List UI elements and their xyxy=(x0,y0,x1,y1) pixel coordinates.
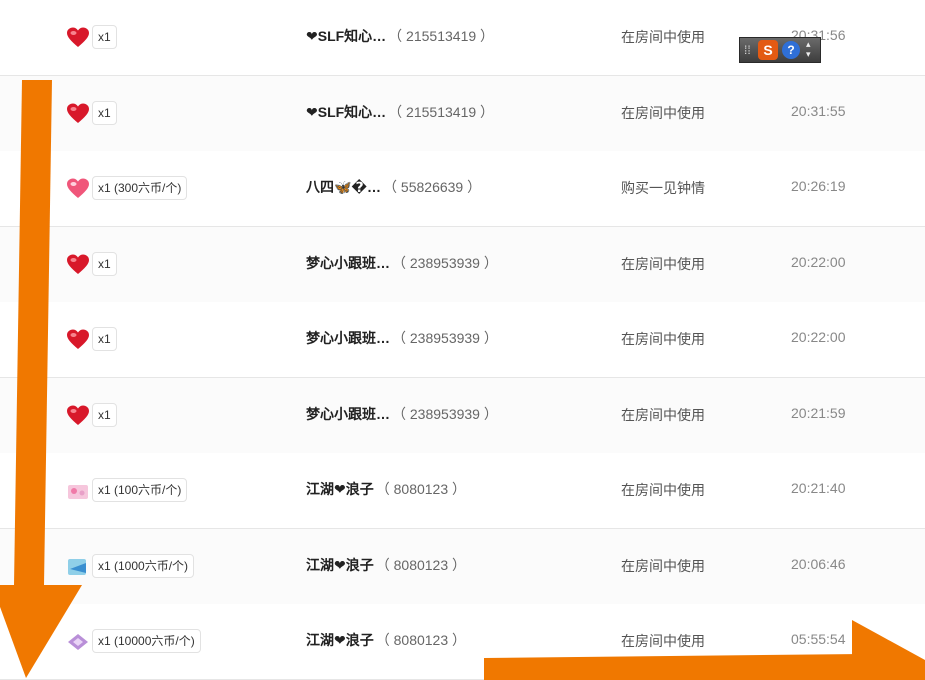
help-icon[interactable]: ? xyxy=(782,41,800,59)
user-name[interactable]: 梦心小跟班… xyxy=(306,255,390,271)
user-name[interactable]: 江湖❤浪子 xyxy=(306,557,374,573)
gift-record-list: x1 ❤SLF知心… （ 215513419 ） 在房间中使用 20:31:56 … xyxy=(0,0,925,680)
grip-icon[interactable]: ⁞⁞ xyxy=(744,43,751,57)
user-id: （ 238953939 ） xyxy=(392,405,498,422)
user-link[interactable]: 梦心小跟班… （ 238953939 ） xyxy=(306,253,498,273)
heart-pink-icon xyxy=(66,177,90,201)
ime-toolbar[interactable]: ⁞⁞ S ? ▴ ▾ xyxy=(739,37,821,63)
record-time: 20:22:00 xyxy=(791,329,846,345)
chevron-icon[interactable]: ▴ ▾ xyxy=(806,39,811,59)
gift-quantity: x1 (100六币/个) xyxy=(92,478,188,502)
gift-pink-icon xyxy=(66,479,90,503)
table-row: x1 ❤SLF知心… （ 215513419 ） 在房间中使用 20:31:55 xyxy=(0,75,925,152)
table-row: x1 梦心小跟班… （ 238953939 ） 在房间中使用 20:22:00 xyxy=(0,302,925,378)
user-link[interactable]: 八四🦋�… （ 55826639 ） xyxy=(306,177,481,197)
record-time: 20:21:59 xyxy=(791,404,846,421)
user-id: （ 8080123 ） xyxy=(375,556,467,573)
table-row: x1 (1000六币/个) 江湖❤浪子（ 8080123 ） 在房间中使用 20… xyxy=(0,528,925,605)
table-row: x1 (100六币/个) 江湖❤浪子（ 8080123 ） 在房间中使用 20:… xyxy=(0,453,925,529)
usage-description: 在房间中使用 xyxy=(621,557,705,574)
record-time: 20:06:46 xyxy=(791,555,846,572)
user-link[interactable]: 梦心小跟班… （ 238953939 ） xyxy=(306,328,498,348)
gift-quantity: x1 xyxy=(92,327,117,351)
table-row: x1 梦心小跟班… （ 238953939 ） 在房间中使用 20:22:00 xyxy=(0,226,925,303)
record-time: 20:26:19 xyxy=(791,178,846,194)
user-id: （ 215513419 ） xyxy=(388,28,495,44)
record-time: 05:55:54 xyxy=(791,631,846,647)
gift-quantity: x1 xyxy=(92,100,117,125)
user-link[interactable]: 梦心小跟班… （ 238953939 ） xyxy=(306,404,498,424)
gift-quantity: x1 (10000六币/个) xyxy=(92,629,201,653)
record-time: 20:22:00 xyxy=(791,253,846,270)
user-name[interactable]: 江湖❤浪子 xyxy=(306,632,374,648)
user-link[interactable]: ❤SLF知心… （ 215513419 ） xyxy=(306,26,494,46)
user-link[interactable]: 江湖❤浪子（ 8080123 ） xyxy=(306,630,466,650)
table-row: x1 (300六币/个) 八四🦋�… （ 55826639 ） 购买一见钟情 20… xyxy=(0,151,925,227)
table-row: x1 梦心小跟班… （ 238953939 ） 在房间中使用 20:21:59 xyxy=(0,377,925,454)
gift-quantity: x1 xyxy=(92,402,117,427)
heart-icon xyxy=(66,404,90,428)
usage-description: 在房间中使用 xyxy=(621,104,705,121)
user-link[interactable]: 江湖❤浪子（ 8080123 ） xyxy=(306,479,466,499)
user-name[interactable]: 梦心小跟班… xyxy=(306,330,390,346)
gift-blue-icon xyxy=(66,555,90,579)
user-name[interactable]: ❤SLF知心… xyxy=(306,28,386,44)
user-id: （ 238953939 ） xyxy=(392,330,498,346)
user-id: （ 8080123 ） xyxy=(375,481,467,497)
gift-quantity: x1 (300六币/个) xyxy=(92,176,188,200)
usage-description: 在房间中使用 xyxy=(621,482,705,498)
user-link[interactable]: 江湖❤浪子（ 8080123 ） xyxy=(306,555,466,575)
usage-description: 购买一见钟情 xyxy=(621,180,705,196)
gift-purple-icon xyxy=(66,630,90,654)
user-id: （ 8080123 ） xyxy=(375,632,467,648)
gift-quantity: x1 xyxy=(92,251,117,276)
usage-description: 在房间中使用 xyxy=(621,633,705,649)
user-name[interactable]: 八四🦋�… xyxy=(306,179,381,195)
user-name[interactable]: 梦心小跟班… xyxy=(306,406,390,422)
user-id: （ 215513419 ） xyxy=(388,103,495,120)
record-time: 20:31:55 xyxy=(791,102,846,119)
user-id: （ 238953939 ） xyxy=(392,254,498,271)
table-row: x1 (10000六币/个) 江湖❤浪子（ 8080123 ） 在房间中使用 0… xyxy=(0,604,925,680)
gift-quantity: x1 xyxy=(92,25,117,49)
usage-description: 在房间中使用 xyxy=(621,406,705,423)
gift-quantity: x1 (1000六币/个) xyxy=(92,553,195,578)
record-time: 20:21:40 xyxy=(791,480,846,496)
user-name[interactable]: ❤SLF知心… xyxy=(306,104,386,120)
usage-description: 在房间中使用 xyxy=(621,331,705,347)
sogou-logo-icon[interactable]: S xyxy=(758,40,778,60)
user-name[interactable]: 江湖❤浪子 xyxy=(306,481,374,497)
user-id: （ 55826639 ） xyxy=(383,179,482,195)
heart-icon xyxy=(66,102,90,126)
usage-description: 在房间中使用 xyxy=(621,29,705,45)
heart-icon xyxy=(66,328,90,352)
user-link[interactable]: ❤SLF知心… （ 215513419 ） xyxy=(306,102,494,122)
heart-icon xyxy=(66,253,90,277)
heart-icon xyxy=(66,26,90,50)
usage-description: 在房间中使用 xyxy=(621,255,705,272)
